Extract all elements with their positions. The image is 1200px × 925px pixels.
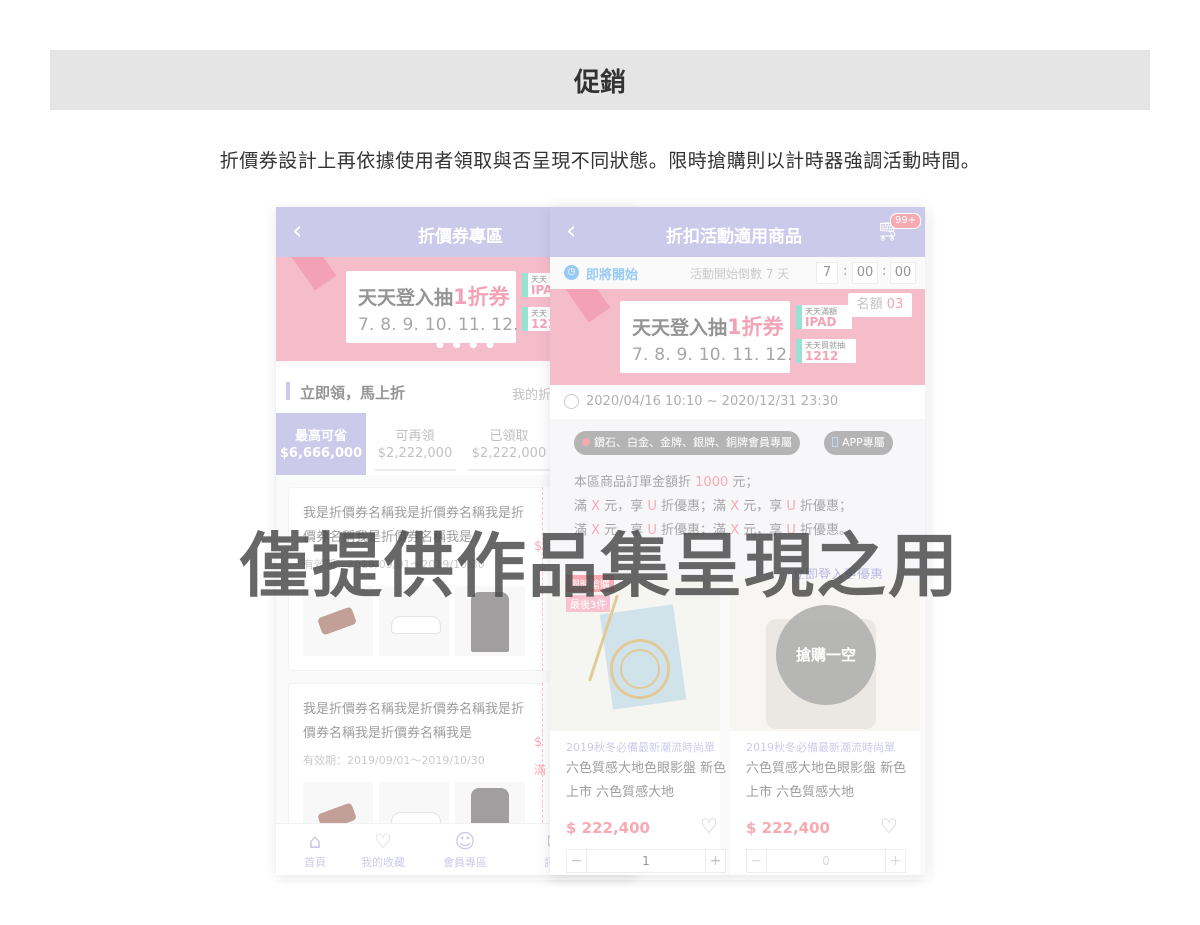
coupon-card[interactable]: 我是折價券名稱我是折價券名稱我是折價券名稱我是折價券名稱我是 有效期：2019/… (288, 683, 546, 852)
quantity-value[interactable]: 0 (769, 850, 883, 872)
tab-claimed[interactable]: 已領取 $2,222,000 (464, 413, 554, 475)
clock-icon: ◷ (564, 265, 579, 280)
quantity-stepper: − 0 + (746, 849, 906, 873)
product-price: $ 222,400 (746, 819, 830, 837)
banner-side-1212: 天天買就抽 1212 (796, 339, 856, 363)
app-chip: APP專屬 (824, 431, 893, 455)
quantity-stepper: − 1 + (566, 849, 726, 873)
nav-home[interactable]: ⌂ 首頁 (276, 828, 354, 870)
heart-icon[interactable]: ♡ (700, 815, 718, 837)
product-name[interactable]: 六色質感大地色眼影盤 新色上市 六色質感大地 (746, 757, 908, 805)
product-promo: 2019秋冬必備最新潮流時尚單 (566, 741, 715, 754)
decrease-button[interactable]: − (747, 850, 767, 872)
limited-tag: 限時搶購 (566, 575, 614, 592)
chevron-left-icon[interactable]: ‹ (292, 217, 302, 245)
coupon-name: 我是折價券名稱我是折價券名稱我是折價券名稱我是折價券名稱我是 (303, 702, 525, 741)
discount-products-screen: ‹ 折扣活動適用商品 🛒︎ 99+ ◷ 即將開始 活動開始倒數 7 天 7 : … (550, 207, 925, 875)
status-label: 即將開始 (586, 268, 639, 283)
banner-side-ipad: 天天滿額 IPAD (796, 305, 852, 329)
product-promo: 2019秋冬必備最新潮流時尚單 (746, 741, 895, 754)
product-thumb[interactable] (455, 586, 525, 656)
page-title: 折扣活動適用商品 (666, 227, 802, 247)
home-icon: ⌂ (308, 829, 322, 853)
cart-badge: 99+ (890, 213, 922, 229)
carousel-dots[interactable]: ● ● ● ● (436, 340, 497, 350)
banner-headline: 天天登入抽1折券 (358, 285, 510, 309)
event-date-range: 2020/04/16 10:10 ~ 2020/12/31 23:30 (586, 394, 839, 409)
heading-accent (286, 382, 290, 400)
member-chip: 鑽石、白金、金牌、銀牌、銅牌會員專屬 (574, 431, 800, 455)
product-card[interactable]: 限時搶購 最後3件 2019秋冬必備最新潮流時尚單 六色質感大地色眼影盤 新色上… (550, 575, 726, 875)
user-icon: ☺ (454, 829, 476, 853)
coupon-card[interactable]: 我是折價券名稱我是折價券名稱我是折價券名稱我是折價券名稱我是 有效期：2019/… (288, 487, 546, 671)
coupon-validity: 有效期：2019/09/01～2019/10/30 (303, 754, 485, 767)
product-name[interactable]: 六色質感大地色眼影盤 新色上市 六色質感大地 (566, 757, 728, 805)
promo-banner[interactable]: 天天登入抽1折券 7. 8. 9. 10. 11. 12. 13. 天天滿額IP… (550, 289, 925, 385)
rule-line: 滿 X 元，享 U 折優惠；滿 X 元，享 U 折優惠。 (574, 523, 853, 538)
product-thumb[interactable] (379, 586, 449, 656)
event-detail: 鑽石、白金、金牌、銀牌、銅牌會員專屬 APP專屬 本區商品訂單金額折 1000 … (550, 419, 925, 583)
product-image[interactable]: 搶購一空 (730, 579, 920, 731)
rule-line: 滿 X 元，享 U 折優惠；滿 X 元，享 U 折優惠； (574, 499, 853, 514)
timer-seconds: 00 (890, 262, 916, 284)
intro-text: 折價券設計上再依據使用者領取與否呈現不同狀態。限時搶購則以計時器強調活動時間。 (219, 150, 981, 172)
tab-can-claim[interactable]: 可再領 $2,222,000 (370, 413, 460, 475)
page-title: 折價券專區 (418, 227, 503, 247)
quota-tag: 名額 03 (848, 293, 912, 317)
tab-max-saving[interactable]: 最高可省 $6,666,000 (276, 413, 366, 475)
product-price: $ 222,400 (566, 819, 650, 837)
timer-hours: 7 (816, 262, 838, 284)
timer-minutes: 00 (852, 262, 878, 284)
countdown-label: 活動開始倒數 7 天 (690, 267, 790, 281)
increase-button[interactable]: + (705, 850, 725, 872)
ribbon-decoration (563, 289, 611, 323)
last-items-tag: 最後3件 (566, 595, 611, 612)
product-card[interactable]: 搶購一空 2019秋冬必備最新潮流時尚單 六色質感大地色眼影盤 新色上市 六色質… (730, 579, 920, 875)
increase-button[interactable]: + (885, 850, 905, 872)
clock-icon (564, 394, 579, 409)
ribbon-decoration (289, 257, 337, 291)
countdown-bar: ◷ 即將開始 活動開始倒數 7 天 7 : 00 : 00 (550, 257, 925, 289)
section-title-bar: 促銷 (50, 50, 1150, 110)
rule-line: 本區商品訂單金額折 1000 元； (574, 475, 759, 490)
chevron-left-icon[interactable]: ‹ (566, 217, 576, 245)
sold-out-badge: 搶購一空 (776, 605, 876, 705)
my-coupons-link[interactable]: 我的折 (512, 384, 551, 403)
coupon-validity: 有效期：2019/09/01～2019/10/30 (303, 558, 485, 571)
decrease-button[interactable]: − (567, 850, 587, 872)
quantity-value[interactable]: 1 (589, 850, 703, 872)
coupon-product-thumbs (303, 586, 543, 656)
header: ‹ 折扣活動適用商品 🛒︎ 99+ (550, 207, 925, 257)
section-title: 促銷 (573, 67, 626, 98)
nav-favorites[interactable]: ♡ 我的收藏 (344, 828, 422, 870)
banner-headline: 天天登入抽1折券 (632, 315, 784, 339)
coupon-name: 我是折價券名稱我是折價券名稱我是折價券名稱我是折價券名稱我是 (303, 506, 525, 545)
product-thumb[interactable] (303, 586, 373, 656)
nav-member[interactable]: ☺ 會員專區 (426, 828, 504, 870)
promo-title: 立即領，馬上折 (300, 384, 406, 402)
event-date-row: 2020/04/16 10:10 ~ 2020/12/31 23:30 (550, 385, 925, 419)
heart-icon: ♡ (374, 829, 392, 853)
heart-icon[interactable]: ♡ (880, 815, 898, 837)
